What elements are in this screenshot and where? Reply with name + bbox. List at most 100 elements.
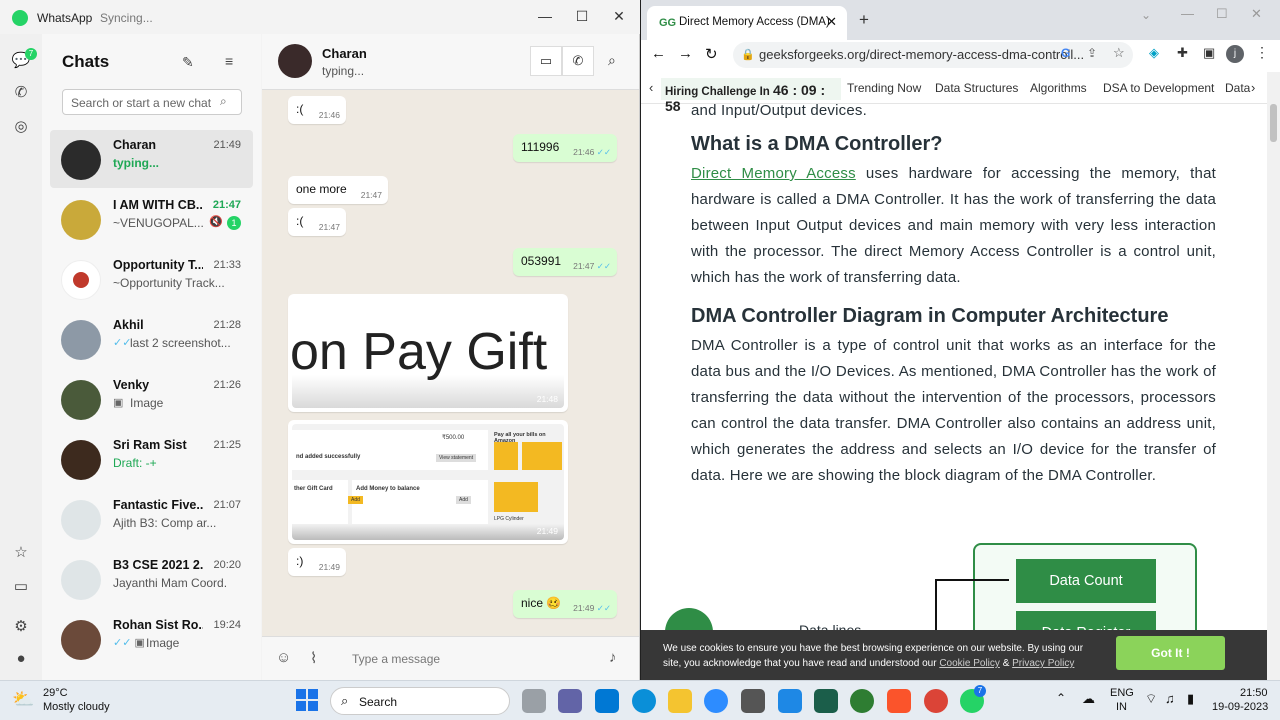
- task-view-icon[interactable]: [522, 689, 546, 713]
- tray-chevron-icon[interactable]: ⌃: [1056, 691, 1066, 705]
- microphone-icon[interactable]: ♪: [609, 649, 617, 666]
- bookmark-icon[interactable]: ☆: [1113, 45, 1125, 61]
- maximize-icon[interactable]: ☐: [570, 6, 594, 26]
- chat-item[interactable]: Venky 21:26 ▣ Image: [50, 370, 253, 428]
- message-bubble[interactable]: one more 21:47: [288, 176, 388, 204]
- nav-item[interactable]: Trending Now: [847, 81, 921, 95]
- chat-item[interactable]: Akhil 21:28 ✓✓ last 2 screenshot...: [50, 310, 253, 368]
- edge-icon[interactable]: [632, 689, 656, 713]
- chat-item[interactable]: Opportunity T... 21:33 ~Opportunity Trac…: [50, 250, 253, 308]
- app-icon[interactable]: [814, 689, 838, 713]
- maximize-icon[interactable]: ☐: [1216, 6, 1228, 22]
- wifi-icon[interactable]: ⌔: [1145, 691, 1157, 707]
- language-code[interactable]: ENG: [1110, 687, 1134, 699]
- close-icon[interactable]: ✕: [607, 6, 631, 26]
- share-icon[interactable]: ⇪: [1087, 46, 1097, 60]
- close-icon[interactable]: ✕: [1251, 6, 1262, 22]
- emoji-icon[interactable]: ☺: [276, 649, 291, 666]
- tab-title: Direct Memory Access (DMA) Co: [679, 16, 829, 28]
- starred-icon[interactable]: ☆: [10, 542, 32, 564]
- minimize-icon[interactable]: —: [1181, 6, 1194, 21]
- google-icon[interactable]: G: [1061, 46, 1070, 60]
- settings-icon[interactable]: ⚙: [10, 616, 32, 638]
- minimize-icon[interactable]: —: [533, 6, 557, 26]
- chat-item[interactable]: B3 CSE 2021 2... 20:20 Jayanthi Mam Coor…: [50, 550, 253, 608]
- address-bar[interactable]: geeksforgeeks.org/direct-memory-access-d…: [733, 42, 1133, 68]
- forward-icon[interactable]: →: [678, 45, 693, 62]
- contact-name[interactable]: Charan: [322, 46, 367, 61]
- chat-item[interactable]: Charan 21:49 typing...: [50, 130, 253, 188]
- search-icon[interactable]: ⌕: [608, 52, 616, 69]
- teams-icon[interactable]: [558, 689, 582, 713]
- clock-time[interactable]: 21:50: [1240, 687, 1268, 699]
- clock-date[interactable]: 19-09-2023: [1212, 701, 1268, 713]
- message-bubble[interactable]: :( 21:46: [288, 96, 346, 124]
- lock-icon[interactable]: 🔒: [741, 48, 755, 61]
- extension-icon[interactable]: ◈: [1149, 45, 1159, 61]
- scrollbar-thumb[interactable]: [1270, 104, 1277, 142]
- back-icon[interactable]: ←: [651, 45, 666, 62]
- message-bubble[interactable]: :) 21:49: [288, 548, 346, 576]
- chat-item[interactable]: Rohan Sist Ro... 19:24 ✓✓ ▣ Image: [50, 610, 253, 668]
- battery-icon[interactable]: ▮: [1187, 691, 1194, 707]
- page-scrollbar[interactable]: [1267, 72, 1280, 680]
- image-message[interactable]: ₹500.00 nd added successfully View state…: [288, 420, 568, 544]
- tab-search-icon[interactable]: ⌄: [1141, 8, 1151, 22]
- brave-icon[interactable]: [887, 689, 911, 713]
- message-bubble[interactable]: 053991 21:47 ✓✓: [513, 248, 617, 276]
- dma-link[interactable]: Direct Memory Access: [691, 165, 856, 182]
- file-explorer-icon[interactable]: [668, 689, 692, 713]
- archive-icon[interactable]: ▭: [10, 576, 32, 598]
- nav-item[interactable]: Algorithms: [1030, 81, 1087, 95]
- language-region[interactable]: IN: [1116, 701, 1127, 713]
- nav-right-chevron-icon[interactable]: ›: [1251, 80, 1255, 95]
- reload-icon[interactable]: ↻: [705, 45, 718, 63]
- profile-avatar[interactable]: j: [1226, 45, 1244, 63]
- video-call-icon[interactable]: ▭: [530, 46, 562, 76]
- weather-temp[interactable]: 29°C: [43, 687, 68, 699]
- browser-tab[interactable]: GG Direct Memory Access (DMA) Co ✕: [647, 6, 847, 40]
- weather-icon[interactable]: ⛅: [12, 689, 34, 710]
- chat-item[interactable]: Sri Ram Sist 21:25 Draft: -+: [50, 430, 253, 488]
- message-input[interactable]: Type a message: [352, 652, 440, 666]
- xbox-icon[interactable]: [850, 689, 874, 713]
- cookie-policy-link[interactable]: Cookie Policy: [939, 658, 1000, 669]
- zoom-icon[interactable]: [704, 689, 728, 713]
- status-icon[interactable]: ◎: [10, 116, 32, 138]
- notepad-icon[interactable]: [778, 689, 802, 713]
- voice-call-icon[interactable]: ✆: [562, 46, 594, 76]
- new-tab-icon[interactable]: +: [859, 10, 869, 30]
- start-icon[interactable]: [296, 689, 318, 711]
- message-bubble[interactable]: nice 🥴 21:49 ✓✓: [513, 590, 617, 618]
- calls-icon[interactable]: ✆: [10, 82, 32, 104]
- nav-left-chevron-icon[interactable]: ‹: [649, 80, 653, 95]
- nav-item[interactable]: DSA to Development: [1103, 81, 1214, 95]
- sidebar-icon[interactable]: ▣: [1203, 45, 1215, 61]
- search-input[interactable]: Search or start a new chat: [62, 89, 242, 115]
- camera-icon[interactable]: [741, 689, 765, 713]
- nav-item[interactable]: Data: [1225, 81, 1251, 95]
- message-bubble[interactable]: :( 21:47: [288, 208, 346, 236]
- attach-icon[interactable]: ⌇: [310, 649, 317, 667]
- chrome-icon[interactable]: [924, 689, 948, 713]
- weather-desc[interactable]: Mostly cloudy: [43, 701, 110, 713]
- volume-icon[interactable]: ♫: [1165, 691, 1175, 706]
- puzzle-icon[interactable]: ✚: [1177, 45, 1188, 61]
- taskbar-search[interactable]: ⌕ Search: [330, 687, 510, 715]
- chat-item[interactable]: I AM WITH CB... 21:47 ~VENUGOPAL... 🔇 1: [50, 190, 253, 248]
- store-icon[interactable]: [595, 689, 619, 713]
- new-chat-icon[interactable]: ✎: [182, 54, 194, 71]
- chat-item[interactable]: Fantastic Five... 21:07 Ajith B3: Comp a…: [50, 490, 253, 548]
- privacy-policy-link[interactable]: Privacy Policy: [1012, 658, 1074, 669]
- section-heading: DMA Controller Diagram in Computer Archi…: [691, 305, 1169, 327]
- profile-icon[interactable]: ●: [10, 648, 32, 670]
- image-message[interactable]: on Pay Gift 21:48: [288, 294, 568, 412]
- menu-icon[interactable]: ⋮: [1255, 44, 1269, 61]
- onedrive-icon[interactable]: ☁: [1082, 691, 1095, 707]
- tab-close-icon[interactable]: ✕: [826, 14, 837, 30]
- message-bubble[interactable]: 111996 21:46 ✓✓: [513, 134, 617, 162]
- contact-avatar[interactable]: [278, 44, 312, 78]
- filter-icon[interactable]: ≡: [225, 53, 233, 69]
- nav-item[interactable]: Data Structures: [935, 81, 1018, 95]
- cookie-accept-button[interactable]: Got It !: [1116, 636, 1225, 670]
